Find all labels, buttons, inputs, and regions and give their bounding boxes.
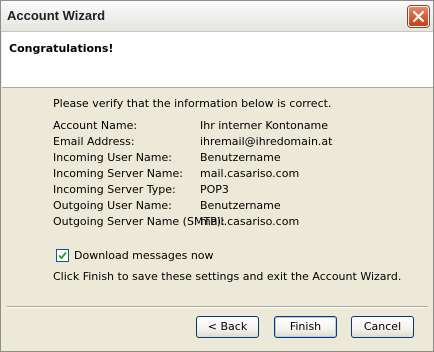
summary-value: Benutzername: [200, 151, 281, 164]
page-title: Congratulations!: [9, 42, 114, 55]
summary-value: ihremail@ihredomain.at: [200, 135, 333, 148]
summary-label: Outgoing User Name:: [53, 199, 172, 212]
cancel-button[interactable]: Cancel: [351, 316, 414, 338]
account-wizard-window: Account Wizard Congratulations! Please v…: [0, 0, 434, 352]
summary-label: Incoming User Name:: [53, 151, 172, 164]
summary-value: mail.casariso.com: [200, 167, 300, 180]
summary-value: Benutzername: [200, 199, 281, 212]
download-messages-label[interactable]: Download messages now: [74, 249, 214, 262]
checkmark-icon: [58, 251, 67, 260]
close-icon: [412, 10, 425, 23]
summary-value: mail.casariso.com: [200, 215, 300, 228]
summary-value: POP3: [200, 183, 229, 196]
intro-text: Please verify that the information below…: [53, 97, 332, 110]
summary-value: Ihr interner Kontoname: [200, 119, 329, 132]
summary-label: Incoming Server Type:: [53, 183, 176, 196]
finish-button[interactable]: Finish: [274, 316, 337, 338]
wizard-header: Congratulations!: [2, 32, 433, 88]
window-title: Account Wizard: [7, 8, 106, 23]
close-button[interactable]: [408, 6, 429, 27]
back-button[interactable]: < Back: [196, 316, 259, 338]
finish-hint-text: Click Finish to save these settings and …: [53, 270, 402, 283]
summary-label: Email Address:: [53, 135, 135, 148]
title-bar[interactable]: Account Wizard: [1, 1, 433, 32]
summary-label: Account Name:: [53, 119, 138, 132]
summary-label: Incoming Server Name:: [53, 167, 183, 180]
footer-divider: [7, 306, 428, 308]
download-messages-checkbox[interactable]: [56, 249, 69, 262]
